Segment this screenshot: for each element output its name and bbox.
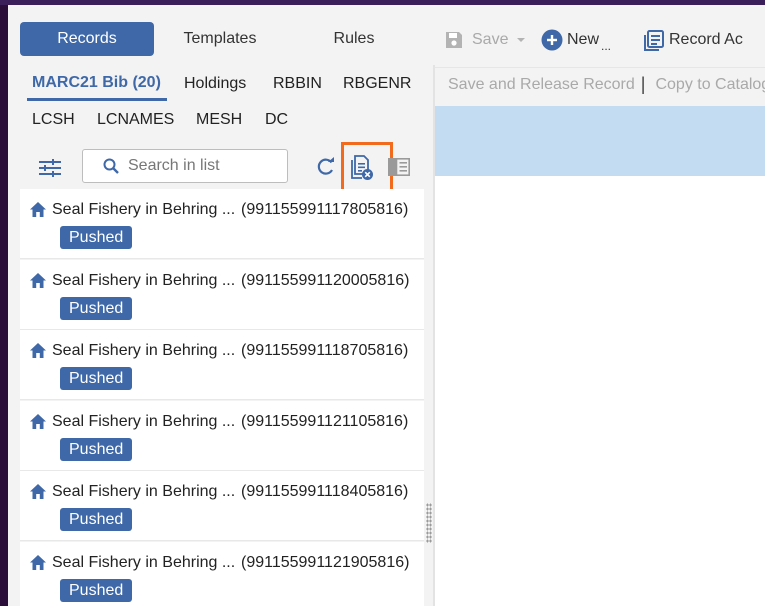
plus-circle-icon bbox=[541, 29, 563, 51]
status-badge: Pushed bbox=[60, 438, 133, 461]
clear-list-icon[interactable] bbox=[350, 155, 374, 181]
list-item[interactable]: Seal Fishery in Behring ... (99115599112… bbox=[20, 260, 424, 330]
pane-divider bbox=[433, 65, 435, 606]
record-mms-id: (991155991120005816) bbox=[241, 272, 410, 289]
status-badge: Pushed bbox=[60, 226, 133, 249]
action-separator: | bbox=[640, 74, 646, 94]
editor-pane[interactable] bbox=[435, 176, 765, 606]
home-icon bbox=[30, 555, 46, 570]
refresh-icon[interactable] bbox=[315, 157, 337, 177]
record-title: Seal Fishery in Behring ... bbox=[52, 342, 236, 359]
record-actions-label: Record Ac bbox=[669, 31, 743, 48]
tab-dc[interactable]: DC bbox=[265, 111, 288, 129]
record-actions-button[interactable]: Record Ac bbox=[643, 27, 743, 53]
status-badge: Pushed bbox=[60, 579, 133, 602]
chevron-down-icon bbox=[517, 38, 526, 42]
save-button[interactable]: Save bbox=[444, 27, 527, 53]
record-action-bar: Save and Release Record | Copy to Catalo… bbox=[435, 67, 765, 101]
tab-holdings[interactable]: Holdings bbox=[184, 75, 246, 93]
save-label: Save bbox=[472, 31, 509, 48]
record-mms-id: (991155991121905816) bbox=[241, 554, 410, 571]
status-badge: Pushed bbox=[60, 367, 133, 390]
floppy-disk-icon bbox=[446, 32, 462, 48]
metadata-editor: Records Templates Rules Save New ... Rec… bbox=[8, 5, 765, 606]
search-icon bbox=[103, 158, 119, 174]
save-and-release-button[interactable]: Save and Release Record bbox=[435, 76, 641, 94]
record-title: Seal Fishery in Behring ... bbox=[52, 483, 236, 500]
record-mms-id: (991155991118705816) bbox=[241, 342, 409, 359]
tab-templates[interactable]: Templates bbox=[154, 22, 286, 56]
left-window-edge bbox=[0, 5, 8, 606]
new-more-indicator: ... bbox=[601, 39, 612, 53]
panel-toggle-icon[interactable] bbox=[388, 158, 410, 176]
status-badge: Pushed bbox=[60, 508, 133, 531]
search-placeholder: Search in list bbox=[128, 157, 220, 174]
record-title: Seal Fishery in Behring ... bbox=[52, 554, 236, 571]
tab-records[interactable]: Records bbox=[20, 22, 154, 56]
record-mms-id: (991155991117805816) bbox=[241, 201, 409, 218]
search-input[interactable]: Search in list bbox=[82, 149, 288, 183]
sliders-icon[interactable] bbox=[39, 159, 61, 177]
list-item[interactable]: Seal Fishery in Behring ... (99115599111… bbox=[20, 330, 424, 400]
new-button[interactable]: New ... bbox=[541, 27, 611, 53]
home-icon bbox=[30, 273, 46, 288]
new-label: New bbox=[567, 31, 600, 48]
record-actions-icon bbox=[644, 29, 664, 51]
record-title: Seal Fishery in Behring ... bbox=[52, 201, 236, 218]
record-title: Seal Fishery in Behring ... bbox=[52, 413, 236, 430]
record-mms-id: (991155991118405816) bbox=[241, 483, 409, 500]
home-icon bbox=[30, 343, 46, 358]
active-tab-indicator bbox=[27, 98, 167, 101]
tab-lcnames[interactable]: LCNAMES bbox=[97, 111, 174, 129]
copy-to-catalog-button[interactable]: Copy to Catalog bbox=[647, 76, 765, 94]
home-icon bbox=[30, 484, 46, 499]
editor-selection-band bbox=[435, 106, 765, 176]
splitter-handle[interactable] bbox=[426, 503, 432, 543]
tab-rbbin[interactable]: RBBIN bbox=[273, 75, 322, 93]
record-mms-id: (991155991121105816) bbox=[241, 413, 409, 430]
tab-lcsh[interactable]: LCSH bbox=[32, 111, 75, 129]
status-badge: Pushed bbox=[60, 297, 133, 320]
tab-marc21-bib[interactable]: MARC21 Bib (20) bbox=[32, 74, 161, 92]
tab-mesh[interactable]: MESH bbox=[196, 111, 242, 129]
tab-rbgenr[interactable]: RBGENR bbox=[343, 75, 411, 93]
list-item[interactable]: Seal Fishery in Behring ... (99115599112… bbox=[20, 542, 424, 606]
list-item[interactable]: Seal Fishery in Behring ... (99115599111… bbox=[20, 471, 424, 541]
tab-rules[interactable]: Rules bbox=[286, 22, 422, 56]
list-item[interactable]: Seal Fishery in Behring ... (99115599112… bbox=[20, 401, 424, 471]
list-item[interactable]: Seal Fishery in Behring ... (99115599111… bbox=[20, 189, 424, 259]
record-title: Seal Fishery in Behring ... bbox=[52, 272, 236, 289]
home-icon bbox=[30, 202, 46, 217]
home-icon bbox=[30, 414, 46, 429]
